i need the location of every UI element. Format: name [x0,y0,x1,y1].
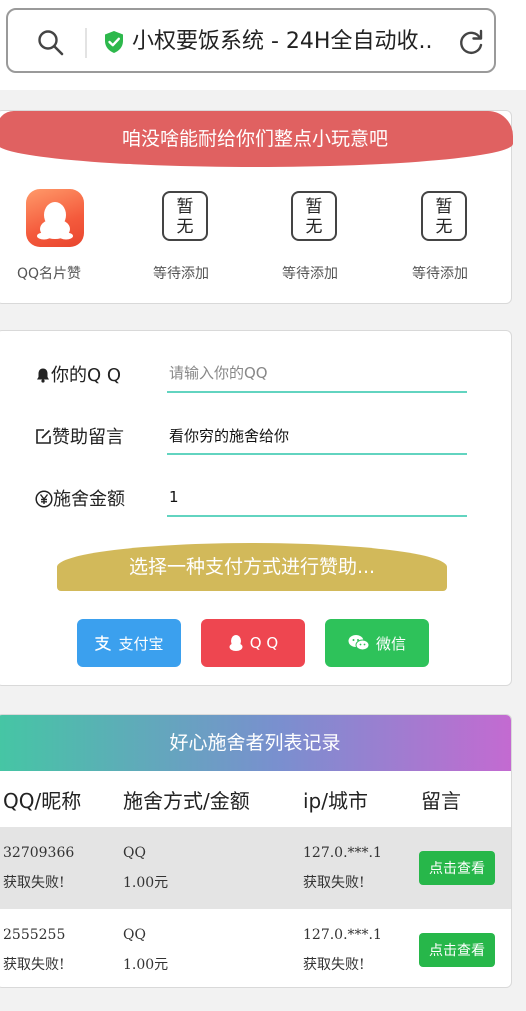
wechat-pay-label: 微信 [375,634,406,653]
amount-row: 施舍金额 [0,477,513,517]
browser-toolbar: 小权要饭系统 - 24H全自动收... [0,0,526,90]
row-nick: 获取失败! [3,875,65,891]
tools-card: 咱没啥能耐给你们整点小玩意吧 QQ名片赞 暂 无 等待添加 暂 无 等待添加 暂… [0,110,513,304]
page-title[interactable]: 小权要饭系统 - 24H全自动收... [132,24,432,60]
amount-label: 施舍金额 [35,485,125,511]
row-ip: 127.0.***.1 [303,845,382,861]
qq-label: 你的Q Q [35,361,121,387]
row-method: QQ [123,927,146,943]
alipay-button[interactable]: 支付宝 [77,619,181,667]
row-ip: 127.0.***.1 [303,927,382,943]
qq-icon [229,635,243,651]
qq-label-text: 你的Q Q [51,365,122,386]
placeholder-icon: 暂 无 [291,191,337,241]
view-message-button[interactable]: 点击查看 [419,933,495,967]
message-label: 赞助留言 [35,423,124,449]
address-separator [85,28,87,58]
column-header-message: 留言 [421,789,461,813]
tool-label: 等待添加 [282,266,338,282]
column-header-ip: ip/城市 [303,789,368,813]
message-label-text: 赞助留言 [52,427,124,448]
qq-pay-button[interactable]: Q Q [201,619,305,667]
secure-shield-icon [105,31,123,53]
placeholder-icon: 暂 无 [421,191,467,241]
tool-label: 等待添加 [412,266,468,282]
view-message-button[interactable]: 点击查看 [419,851,495,885]
table-row: 32709366 获取失败! QQ 1.00元 127.0.***.1 获取失败… [0,827,511,909]
tools-banner: 咱没啥能耐给你们整点小玩意吧 [0,111,513,167]
row-amount: 1.00元 [123,957,169,973]
tool-label: 等待添加 [153,266,209,282]
wechat-icon [348,635,370,651]
wechat-pay-button[interactable]: 微信 [325,619,429,667]
records-table-header: QQ/昵称 施舍方式/金额 ip/城市 留言 [0,771,511,827]
amount-label-text: 施舍金额 [53,489,125,510]
reload-icon[interactable] [456,28,486,58]
amount-input[interactable] [167,479,467,517]
row-qq: 2555255 [3,927,66,943]
bell-icon [37,368,49,383]
row-nick: 获取失败! [3,957,65,973]
row-amount: 1.00元 [123,875,169,891]
records-banner: 好心施舍者列表记录 [0,715,511,771]
row-city: 获取失败! [303,957,365,973]
search-icon[interactable] [36,28,66,58]
donation-form-card: 你的Q Q 赞助留言 施舍金额 选择一种支付方式进行赞助... 支付宝 [0,330,512,686]
row-city: 获取失败! [303,875,365,891]
column-header-method: 施舍方式/金额 [123,789,250,813]
qq-row: 你的Q Q [0,353,513,393]
address-bar[interactable]: 小权要饭系统 - 24H全自动收... [6,8,496,73]
yen-icon [35,490,53,508]
qq-input[interactable] [167,355,467,393]
tool-label: QQ名片赞 [16,266,82,282]
alipay-icon [95,635,112,651]
qq-pay-label: Q Q [249,634,279,652]
alipay-label: 支付宝 [118,634,164,653]
payment-banner: 选择一种支付方式进行赞助... [57,543,447,591]
table-row: 2555255 获取失败! QQ 1.00元 127.0.***.1 获取失败!… [0,909,511,987]
placeholder-icon: 暂 无 [162,191,208,241]
records-card: 好心施舍者列表记录 QQ/昵称 施舍方式/金额 ip/城市 留言 3270936… [0,714,512,988]
column-header-qq: QQ/昵称 [3,789,82,813]
row-qq: 32709366 [3,845,75,861]
message-input[interactable] [167,417,467,455]
edit-icon [36,429,51,444]
qq-app-icon[interactable] [26,189,84,247]
message-row: 赞助留言 [0,415,513,455]
row-method: QQ [123,845,146,861]
